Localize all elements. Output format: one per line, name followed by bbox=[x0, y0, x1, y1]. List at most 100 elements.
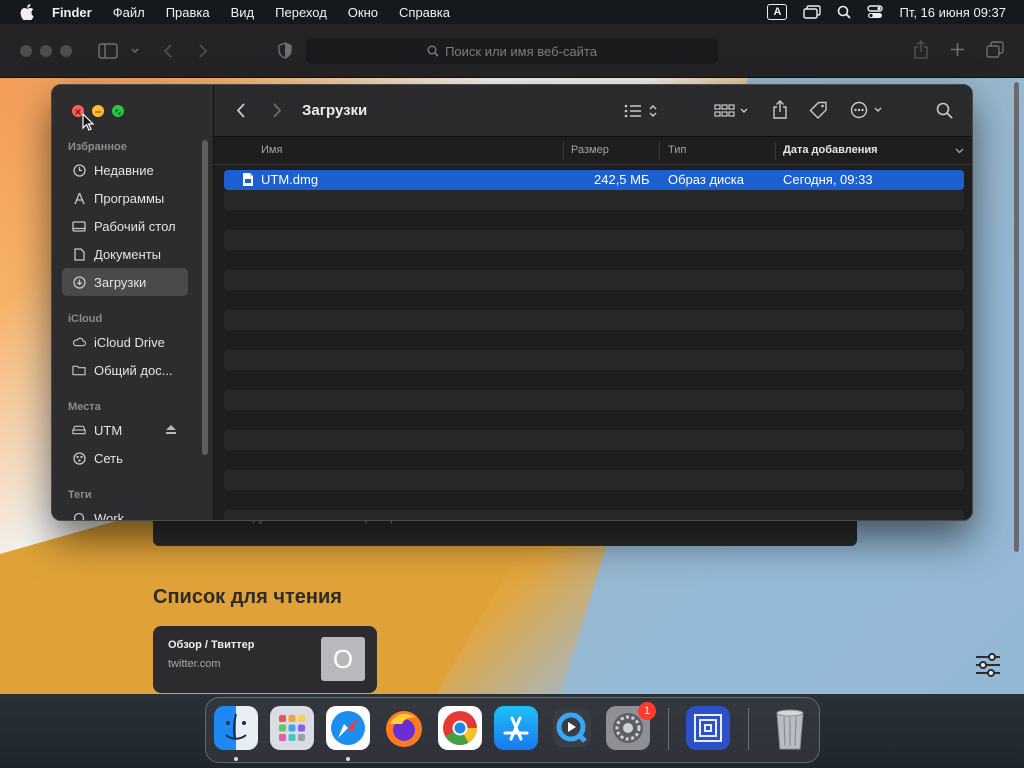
sidebar-item-desktop[interactable]: Рабочий стол bbox=[62, 212, 188, 240]
dock-safari-icon[interactable] bbox=[326, 706, 370, 750]
control-center-icon[interactable] bbox=[867, 5, 884, 19]
file-size: 242,5 МБ bbox=[594, 172, 650, 187]
share-icon[interactable] bbox=[913, 40, 929, 59]
column-kind[interactable]: Тип bbox=[668, 144, 686, 156]
finder-face-icon bbox=[225, 713, 247, 740]
menu-bar: Finder Файл Правка Вид Переход Окно Спра… bbox=[0, 0, 1024, 24]
privacy-shield-icon[interactable] bbox=[278, 42, 292, 59]
sidebar-toggle-icon[interactable] bbox=[98, 43, 118, 59]
column-separator[interactable] bbox=[659, 142, 660, 160]
menu-window[interactable]: Окно bbox=[348, 5, 378, 20]
empty-row bbox=[224, 350, 964, 370]
sidebar-item-label: iCloud Drive bbox=[94, 334, 165, 350]
download-icon bbox=[72, 275, 86, 289]
column-name[interactable]: Имя bbox=[261, 144, 282, 156]
screen-mirroring-icon[interactable] bbox=[803, 5, 822, 19]
places-section-label: Места bbox=[68, 401, 101, 413]
network-icon bbox=[72, 451, 86, 465]
menu-file[interactable]: Файл bbox=[113, 5, 145, 20]
group-by-icon[interactable] bbox=[714, 103, 750, 119]
customize-start-page-icon[interactable] bbox=[975, 653, 1001, 677]
reading-list-item[interactable]: Обзор / Твиттер twitter.com О bbox=[153, 626, 377, 693]
spotlight-search-icon[interactable] bbox=[837, 5, 852, 19]
column-size[interactable]: Размер bbox=[571, 144, 609, 156]
menu-go[interactable]: Переход bbox=[275, 5, 327, 20]
sidebar-item-label: Рабочий стол bbox=[94, 218, 176, 234]
dock-quicktime-icon[interactable] bbox=[550, 706, 594, 750]
new-tab-icon[interactable] bbox=[950, 42, 965, 57]
list-view-icon[interactable] bbox=[624, 103, 658, 119]
column-header: Имя Размер Тип Дата добавления bbox=[214, 137, 972, 165]
sidebar-item-shared[interactable]: Общий дос... bbox=[62, 356, 188, 384]
sidebar-item-documents[interactable]: Документы bbox=[62, 240, 188, 268]
safari-close-button[interactable] bbox=[20, 45, 32, 57]
finder-window: Избранное Недавние Программы Рабочий сто… bbox=[51, 84, 973, 521]
chrome-icon bbox=[443, 711, 477, 745]
safari-minimize-button[interactable] bbox=[40, 45, 52, 57]
tag-circle-icon bbox=[72, 511, 86, 520]
back-icon[interactable] bbox=[236, 102, 246, 119]
quicktime-icon bbox=[553, 709, 591, 747]
zoom-button[interactable] bbox=[112, 105, 124, 117]
address-bar[interactable]: Поиск или имя веб-сайта bbox=[306, 38, 718, 64]
eject-icon[interactable] bbox=[166, 425, 176, 434]
sort-descending-icon[interactable] bbox=[955, 148, 964, 154]
reading-item-thumbnail: О bbox=[321, 637, 365, 681]
forward-icon[interactable] bbox=[272, 102, 282, 119]
menu-edit[interactable]: Правка bbox=[166, 5, 210, 20]
launchpad-grid-icon bbox=[279, 715, 305, 741]
search-icon[interactable] bbox=[936, 102, 953, 119]
finder-content: Загрузки Имя Размер Тип Дата добавления … bbox=[214, 85, 972, 520]
menu-help[interactable]: Справка bbox=[399, 5, 450, 20]
menu-view[interactable]: Вид bbox=[231, 5, 255, 20]
empty-row bbox=[224, 230, 964, 250]
column-separator[interactable] bbox=[563, 142, 564, 160]
tag-icon[interactable] bbox=[809, 101, 828, 119]
dock-separator bbox=[748, 708, 749, 750]
sidebar-item-downloads[interactable]: Загрузки bbox=[62, 268, 188, 296]
menu-app-name[interactable]: Finder bbox=[52, 5, 92, 20]
share-icon[interactable] bbox=[772, 100, 788, 119]
back-icon[interactable] bbox=[163, 43, 173, 59]
dock-firefox-icon[interactable] bbox=[382, 706, 426, 750]
dock-app-store-icon[interactable] bbox=[494, 706, 538, 750]
file-list: UTM.dmg 242,5 МБ Образ диска Сегодня, 09… bbox=[214, 165, 972, 520]
safari-scrollbar[interactable] bbox=[1014, 82, 1019, 552]
reading-list-title: Список для чтения bbox=[153, 586, 342, 608]
document-icon bbox=[72, 247, 86, 261]
clock-icon bbox=[72, 163, 86, 177]
dock-separator bbox=[668, 708, 669, 750]
favorites-section-label: Избранное bbox=[68, 141, 127, 153]
utm-icon bbox=[694, 714, 722, 742]
sidebar-item-recents[interactable]: Недавние bbox=[62, 156, 188, 184]
column-separator[interactable] bbox=[775, 142, 776, 160]
column-date-added[interactable]: Дата добавления bbox=[783, 144, 878, 156]
sidebar-item-network[interactable]: Сеть bbox=[62, 444, 188, 472]
sidebar-item-tag-work[interactable]: Work bbox=[62, 504, 188, 520]
sidebar-item-label: Недавние bbox=[94, 162, 154, 178]
file-name: UTM.dmg bbox=[261, 172, 319, 187]
tab-overview-icon[interactable] bbox=[986, 41, 1004, 58]
chevron-down-icon[interactable] bbox=[131, 48, 139, 54]
more-actions-icon[interactable] bbox=[850, 101, 886, 119]
dock-chrome-icon[interactable] bbox=[438, 706, 482, 750]
input-source-indicator[interactable]: A bbox=[767, 4, 788, 20]
apple-icon[interactable] bbox=[20, 4, 34, 20]
forward-icon[interactable] bbox=[198, 43, 208, 59]
empty-row bbox=[224, 470, 964, 490]
trash-icon bbox=[776, 709, 804, 750]
dock-finder-icon[interactable] bbox=[214, 706, 258, 750]
sidebar-item-label: UTM bbox=[94, 422, 123, 438]
dock-launchpad-icon[interactable] bbox=[270, 706, 314, 750]
dock-trash-icon[interactable] bbox=[768, 704, 812, 752]
safari-zoom-button[interactable] bbox=[60, 45, 72, 57]
menu-clock[interactable]: Пт, 16 июня 09:37 bbox=[899, 5, 1006, 20]
empty-row bbox=[224, 430, 964, 450]
finder-sidebar: Избранное Недавние Программы Рабочий сто… bbox=[52, 85, 214, 520]
sidebar-item-icloud-drive[interactable]: iCloud Drive bbox=[62, 328, 188, 356]
file-date-added: Сегодня, 09:33 bbox=[783, 172, 873, 187]
sidebar-scrollbar[interactable] bbox=[202, 140, 208, 455]
sidebar-item-applications[interactable]: Программы bbox=[62, 184, 188, 212]
file-row[interactable]: UTM.dmg 242,5 МБ Образ диска Сегодня, 09… bbox=[224, 170, 964, 190]
dock-utm-icon[interactable] bbox=[686, 706, 730, 750]
